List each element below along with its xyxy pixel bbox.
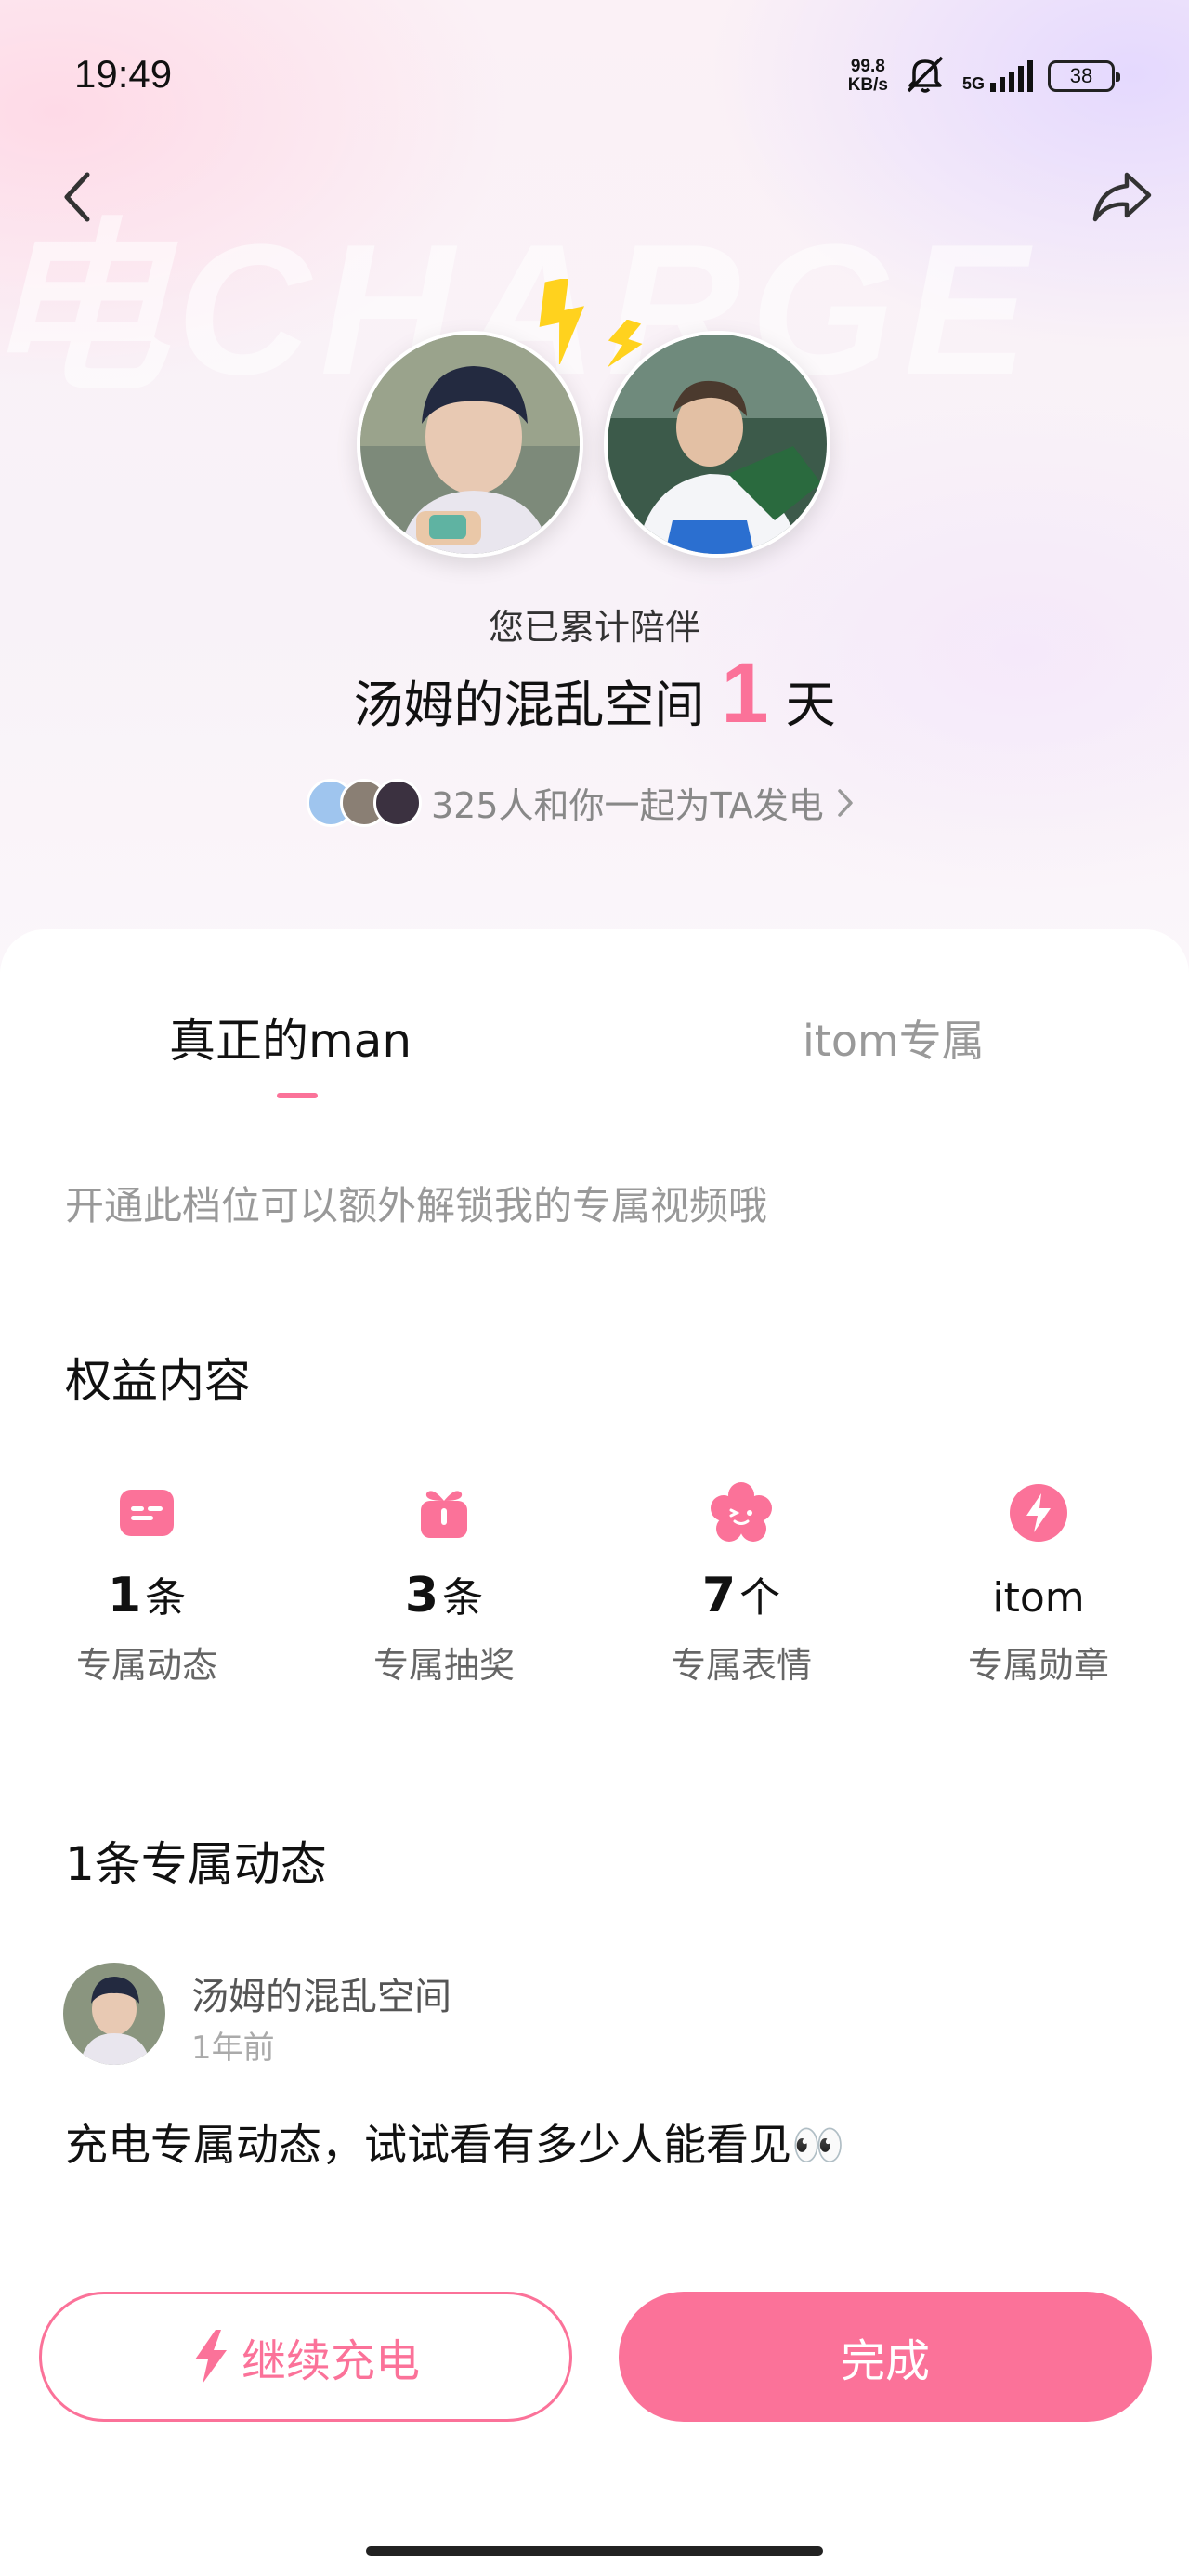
home-indicator[interactable] <box>366 2546 823 2556</box>
benefit-item: 7个 专属表情 <box>630 1482 853 1688</box>
supporters-text: 325人和你一起为TA发电 <box>431 785 824 826</box>
space-name: 汤姆的混乱空间 <box>353 676 705 734</box>
signal-icon: 5G <box>962 60 1033 92</box>
days-unit: 天 <box>785 676 836 734</box>
battery-icon: 38 <box>1048 60 1120 92</box>
mute-icon <box>903 54 947 99</box>
tab-tier-man[interactable]: 真正的man <box>169 1004 412 1071</box>
share-button[interactable] <box>1085 160 1159 234</box>
supporter-avatars <box>307 778 422 827</box>
benefit-item: 1条 专属动态 <box>35 1482 258 1688</box>
post-author-avatar[interactable] <box>63 1963 165 2065</box>
chevron-right-icon <box>838 788 853 817</box>
tier-description: 开通此档位可以额外解锁我的专属视频哦 <box>65 1183 768 1229</box>
gift-box-icon <box>421 1491 467 1538</box>
chevron-left-icon <box>64 172 90 222</box>
lightning-badge-icon <box>1010 1484 1067 1542</box>
supporter-avatar <box>373 778 422 827</box>
post-content[interactable]: 充电专属动态，试试看有多少人能看见👀 <box>65 2111 844 2173</box>
lightning-icon <box>194 2330 227 2384</box>
tab-tier-itom[interactable]: itom专属 <box>803 1007 985 1069</box>
accompany-days: 汤姆的混乱空间 1 天 <box>0 651 1189 737</box>
lightning-icon <box>539 279 584 364</box>
active-tab-indicator <box>277 1093 318 1098</box>
hero-background: 电CHARGE <box>0 0 1189 985</box>
lightning-small-icon <box>607 320 643 368</box>
benefit-item: itom 专属勋章 <box>927 1482 1150 1688</box>
benefit-item: 3条 专属抽奖 <box>333 1482 555 1688</box>
user-avatar <box>357 331 583 558</box>
done-button[interactable]: 完成 <box>619 2292 1152 2422</box>
posts-section-title: 1条专属动态 <box>65 1837 327 1891</box>
status-time: 19:49 <box>74 52 173 96</box>
share-arrow-icon <box>1092 172 1152 222</box>
accompany-label: 您已累计陪伴 <box>488 607 700 648</box>
days-count: 1 <box>721 646 769 741</box>
post-time: 1年前 <box>191 2030 275 2067</box>
continue-charge-button[interactable]: 继续充电 <box>39 2292 572 2422</box>
back-button[interactable] <box>41 160 115 234</box>
network-speed: 99.8 KB/s <box>847 57 888 95</box>
flower-emoji-icon <box>711 1482 772 1542</box>
message-card-icon <box>120 1490 174 1536</box>
supporters-row[interactable]: 325人和你一起为TA发电 <box>307 777 856 828</box>
benefits-title: 权益内容 <box>65 1354 251 1408</box>
post-author-name[interactable]: 汤姆的混乱空间 <box>191 1966 451 2020</box>
status-icons: 99.8 KB/s 5G 38 <box>847 54 1120 99</box>
